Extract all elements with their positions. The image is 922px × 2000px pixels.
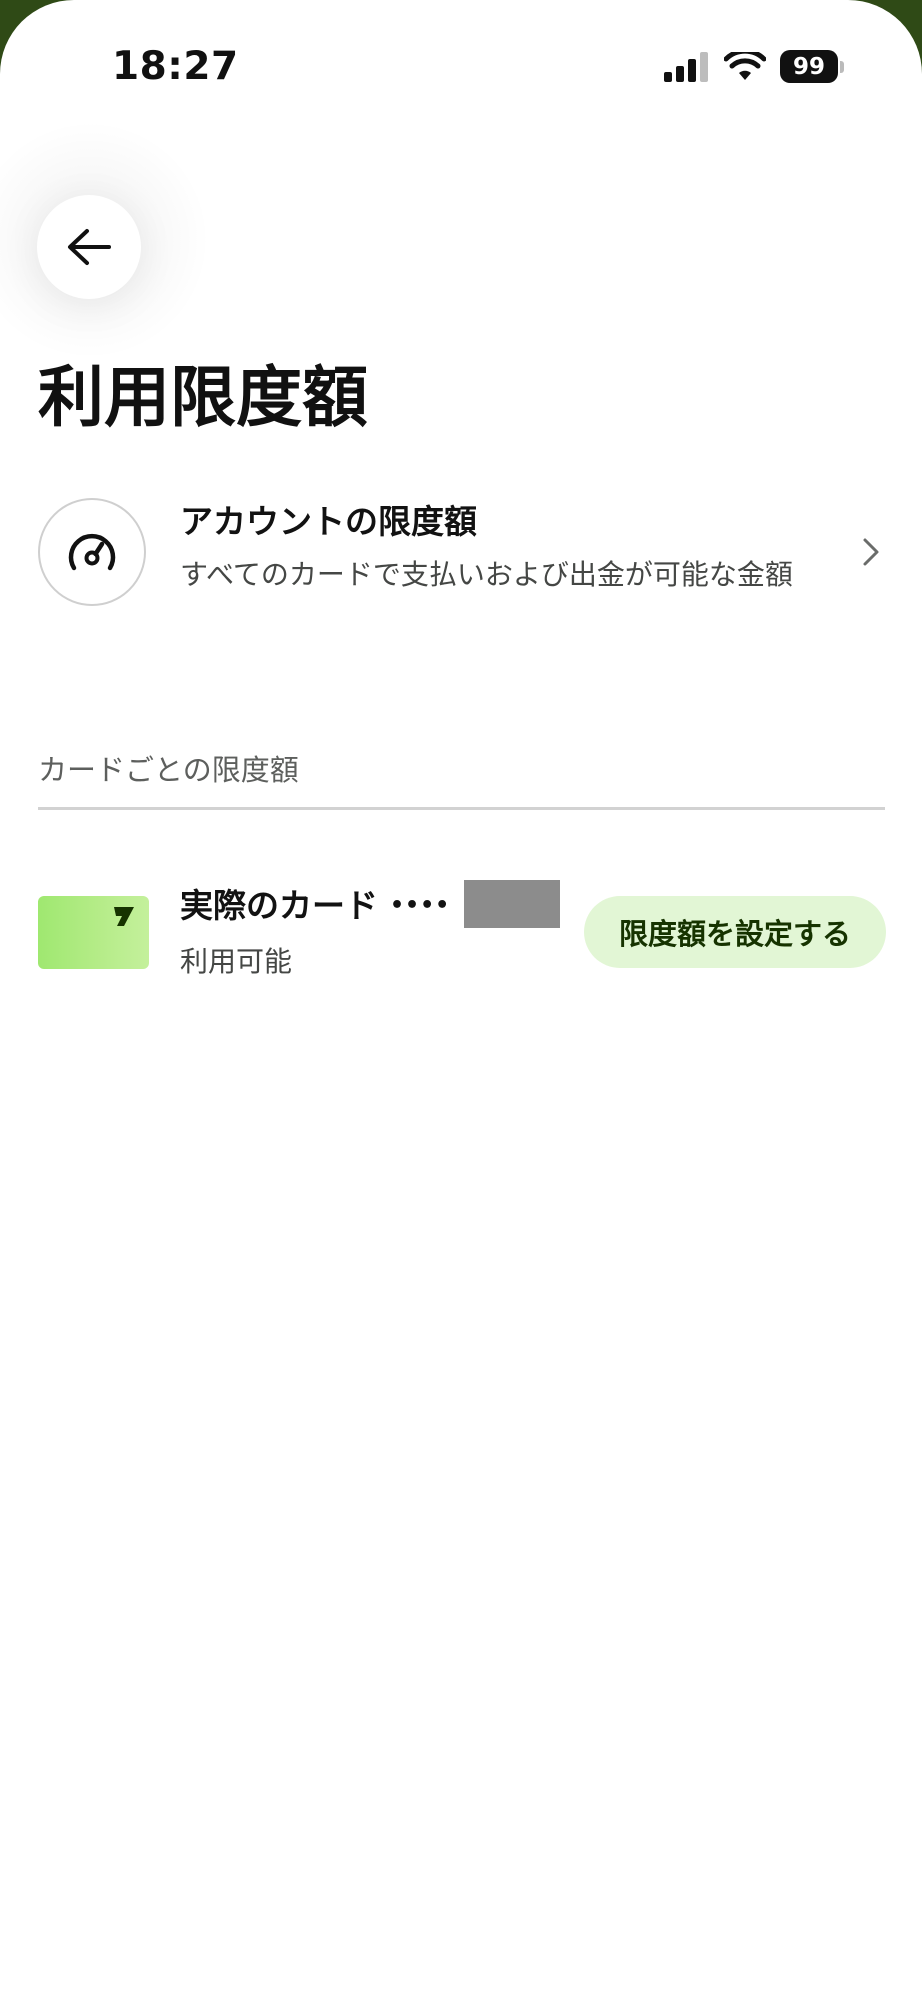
chevron-right-icon: [856, 532, 886, 572]
cellular-signal-icon: [664, 51, 708, 82]
card-status: 利用可能: [180, 945, 293, 978]
account-limit-description: すべてのカードで支払いおよび出金が可能な金額: [180, 558, 793, 591]
speedometer-icon: [68, 533, 116, 571]
back-arrow-icon: [68, 229, 111, 265]
battery-level: 99: [780, 50, 838, 83]
card-row: 実際のカード •••• 利用可能 限度額を設定する: [38, 870, 886, 1000]
account-limit-row[interactable]: アカウントの限度額 すべてのカードで支払いおよび出金が可能な金額: [38, 490, 886, 660]
card-number-redacted: [464, 880, 560, 928]
status-time: 18:27: [112, 44, 239, 89]
wifi-icon: [724, 51, 766, 80]
battery-cap: [840, 60, 844, 73]
card-masked-number: ••••: [390, 893, 451, 918]
card-thumbnail: [38, 896, 149, 969]
status-bar: 18:27 99: [0, 0, 922, 120]
card-name-label: 実際のカード: [180, 886, 378, 925]
set-limit-button[interactable]: 限度額を設定する: [584, 896, 886, 968]
account-limit-title: アカウントの限度額: [180, 502, 477, 541]
account-limit-icon-circle: [38, 498, 146, 606]
page-title: 利用限度額: [38, 359, 368, 436]
back-button[interactable]: [37, 195, 141, 299]
status-icons: 99: [664, 50, 844, 83]
battery-icon: 99: [780, 50, 844, 83]
section-divider: [38, 807, 885, 810]
screen: 18:27 99 利用限度額 アカウントの限度額 すべてのカードで支払いおよび出…: [0, 0, 922, 2000]
wise-logo-icon: [114, 907, 134, 926]
card-limits-section-header: カードごとの限度額: [38, 753, 299, 787]
card-name: 実際のカード ••••: [180, 884, 450, 928]
